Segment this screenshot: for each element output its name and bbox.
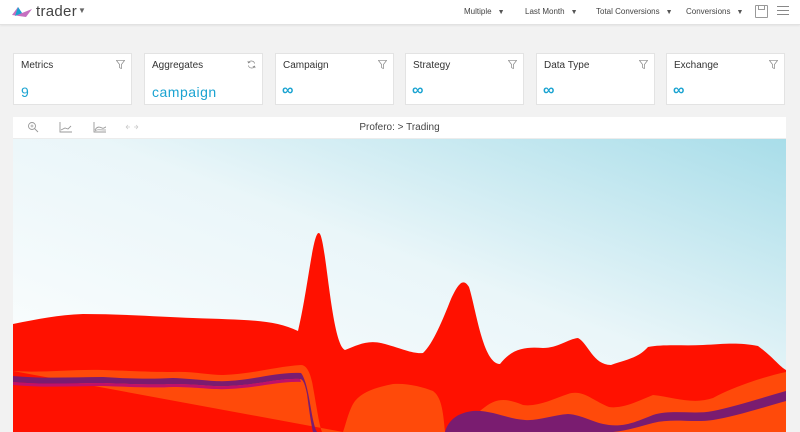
- card-aggregates-value: campaign: [152, 84, 217, 100]
- card-strategy-label: Strategy: [413, 60, 451, 71]
- dropdown-metric[interactable]: Total Conversions ▼: [596, 7, 673, 16]
- card-data-type-label: Data Type: [544, 60, 590, 71]
- card-exchange[interactable]: Exchange ∞: [666, 53, 785, 105]
- card-metrics-label: Metrics: [21, 60, 54, 71]
- filter-icon[interactable]: [116, 60, 125, 69]
- card-strategy[interactable]: Strategy ∞: [405, 53, 524, 105]
- dropdown-date-range[interactable]: Last Month ▼: [525, 7, 578, 16]
- chevron-down-icon: ▼: [570, 9, 578, 16]
- chevron-down-icon: ▼: [665, 9, 673, 16]
- filter-icon[interactable]: [639, 60, 648, 69]
- chevron-down-icon: ▼: [497, 9, 505, 16]
- dropdown-date-range-label: Last Month: [525, 7, 565, 16]
- chevron-down-icon: ▼: [736, 9, 744, 16]
- chart-panel: Profero: > Trading: [13, 117, 786, 432]
- dropdown-conversions-label: Conversions: [686, 7, 731, 16]
- save-icon[interactable]: [755, 5, 768, 18]
- dropdown-conversions[interactable]: Conversions ▼: [686, 7, 743, 16]
- card-metrics[interactable]: Metrics 9: [13, 53, 132, 105]
- card-aggregates-label: Aggregates: [152, 60, 204, 71]
- card-campaign-value: ∞: [282, 82, 294, 99]
- app-switcher-chevron-down-icon[interactable]: ▼: [78, 6, 86, 15]
- logo-icon: [12, 6, 32, 17]
- hamburger-menu-icon[interactable]: [777, 6, 789, 16]
- top-bar: trader ▼ Multiple ▼ Last Month ▼ Total Con…: [0, 0, 800, 25]
- card-campaign-label: Campaign: [283, 60, 329, 71]
- card-strategy-value: ∞: [412, 82, 424, 99]
- filter-icon[interactable]: [378, 60, 387, 69]
- dropdown-selection[interactable]: Multiple ▼: [464, 7, 505, 16]
- dropdown-metric-label: Total Conversions: [596, 7, 660, 16]
- dropdown-selection-label: Multiple: [464, 7, 492, 16]
- app-logo[interactable]: trader: [12, 3, 77, 20]
- app-name: trader: [36, 3, 77, 20]
- streamgraph-chart[interactable]: [13, 139, 786, 432]
- refresh-icon[interactable]: [247, 60, 256, 69]
- breadcrumb: Profero: > Trading: [359, 122, 440, 133]
- card-campaign[interactable]: Campaign ∞: [275, 53, 394, 105]
- card-metrics-value: 9: [21, 84, 30, 100]
- card-data-type[interactable]: Data Type ∞: [536, 53, 655, 105]
- card-exchange-value: ∞: [673, 82, 685, 99]
- card-aggregates[interactable]: Aggregates campaign: [144, 53, 263, 105]
- card-exchange-label: Exchange: [674, 60, 719, 71]
- card-data-type-value: ∞: [543, 82, 555, 99]
- chart-toolbar: Profero: > Trading: [13, 117, 786, 139]
- filter-icon[interactable]: [769, 60, 778, 69]
- filter-icon[interactable]: [508, 60, 517, 69]
